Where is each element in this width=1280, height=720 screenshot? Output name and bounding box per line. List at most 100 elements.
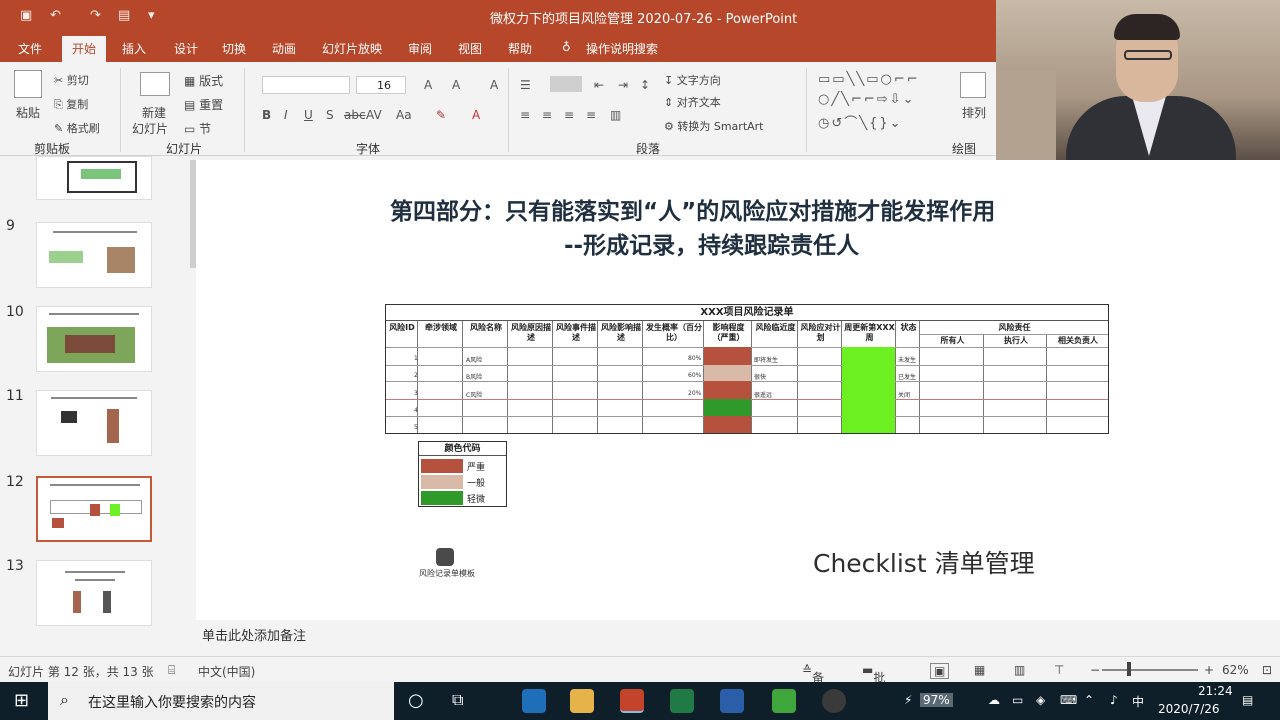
align-center-icon[interactable]: ≡ bbox=[542, 108, 552, 122]
shapes-gallery-row2[interactable]: ○╱╲⌐⌐⇨⇩⌄ bbox=[818, 92, 915, 107]
tab-review[interactable]: 审阅 bbox=[408, 40, 432, 57]
paste-button[interactable]: 粘贴 bbox=[16, 104, 40, 121]
tab-file[interactable]: 文件 bbox=[18, 40, 42, 57]
columns-icon[interactable]: ▥ bbox=[610, 108, 621, 122]
embedded-file-icon[interactable] bbox=[436, 548, 454, 566]
zoom-level[interactable]: 62% bbox=[1222, 663, 1249, 677]
reading-view-icon[interactable]: ▥ bbox=[1014, 663, 1025, 677]
ime-indicator[interactable]: 中 bbox=[1132, 693, 1144, 710]
cloud-icon[interactable]: ☁ bbox=[988, 693, 1000, 707]
change-case-icon[interactable]: Aa bbox=[396, 108, 412, 122]
align-left-icon[interactable]: ≡ bbox=[520, 108, 530, 122]
tab-insert[interactable]: 插入 bbox=[122, 40, 146, 57]
text-direction-button[interactable]: ↧ 文字方向 bbox=[664, 72, 721, 88]
notes-pane[interactable] bbox=[196, 620, 1280, 656]
slide-thumbnail-8[interactable] bbox=[36, 156, 152, 200]
shrink-font-icon[interactable]: A bbox=[452, 78, 460, 92]
edge-icon[interactable] bbox=[522, 689, 546, 713]
slide-thumbnail-12[interactable] bbox=[36, 476, 152, 542]
shapes-gallery-row3[interactable]: ◷↺⌒╲{}⌄ bbox=[818, 112, 903, 131]
notifications-icon[interactable]: ▤ bbox=[1242, 693, 1253, 707]
language-indicator[interactable]: 中文(中国) bbox=[198, 663, 255, 680]
smartart-button[interactable]: ⚙ 转换为 SmartArt bbox=[664, 118, 764, 134]
italic-icon[interactable]: I bbox=[284, 108, 288, 122]
risk-register-table[interactable]: XXX项目风险记录单 风险ID 牵涉领域 风险名称 风险原因描述 风险事件描述 … bbox=[385, 304, 1109, 434]
paste-icon[interactable] bbox=[14, 70, 42, 98]
numbering-icon[interactable] bbox=[550, 76, 582, 92]
tab-design[interactable]: 设计 bbox=[174, 40, 198, 57]
excel-icon[interactable] bbox=[670, 689, 694, 713]
zoom-in-icon[interactable]: + bbox=[1204, 663, 1214, 677]
align-text-button[interactable]: ⇕ 对齐文本 bbox=[664, 94, 721, 110]
clock-time[interactable]: 21:24 bbox=[1198, 684, 1233, 698]
app-icon[interactable] bbox=[772, 689, 796, 713]
windows-start-icon[interactable]: ⊞ bbox=[14, 690, 29, 711]
justify-icon[interactable]: ≡ bbox=[586, 108, 596, 122]
line-spacing-icon[interactable]: ↕ bbox=[640, 78, 650, 92]
format-painter-button[interactable]: ✎ 格式刷 bbox=[54, 120, 100, 136]
new-slide-icon[interactable] bbox=[140, 72, 170, 96]
grow-font-icon[interactable]: A bbox=[424, 78, 432, 92]
file-explorer-icon[interactable] bbox=[570, 689, 594, 713]
undo-icon[interactable]: ↶ bbox=[50, 8, 61, 23]
char-spacing-icon[interactable]: AV bbox=[366, 108, 382, 122]
save-icon[interactable]: ▣ bbox=[20, 8, 32, 23]
font-color-icon[interactable]: A bbox=[472, 108, 480, 122]
tell-me-search[interactable]: 操作说明搜索 bbox=[586, 40, 658, 57]
slide-sorter-icon[interactable]: ▦ bbox=[974, 663, 985, 677]
present-icon[interactable]: ▤ bbox=[118, 8, 130, 23]
underline-icon[interactable]: U bbox=[304, 108, 313, 122]
power-icon[interactable]: ⚡ bbox=[904, 693, 912, 707]
bullets-icon[interactable]: ☰ bbox=[520, 78, 531, 92]
slide-thumbnail-10[interactable] bbox=[36, 306, 152, 372]
tab-slideshow[interactable]: 幻灯片放映 bbox=[322, 40, 382, 57]
new-slide-button[interactable]: 新建 bbox=[142, 104, 166, 121]
increase-indent-icon[interactable]: ⇥ bbox=[618, 78, 628, 92]
slide-thumbnail-9[interactable] bbox=[36, 222, 152, 288]
section-button[interactable]: ▭ 节 bbox=[184, 120, 211, 137]
taskbar-search-input[interactable]: 在这里输入你要搜索的内容 bbox=[88, 692, 256, 712]
keyboard-icon[interactable]: ⌨ bbox=[1060, 693, 1077, 707]
notes-placeholder[interactable]: 单击此处添加备注 bbox=[202, 625, 306, 644]
zoom-out-icon[interactable]: − bbox=[1090, 663, 1100, 677]
embedded-file-label[interactable]: 风险记录单模板 bbox=[419, 568, 475, 579]
task-view-icon[interactable]: ⧉ bbox=[452, 690, 463, 710]
zoom-slider-thumb[interactable] bbox=[1127, 662, 1131, 676]
battery-indicator[interactable]: 97% bbox=[920, 693, 953, 707]
tab-animations[interactable]: 动画 bbox=[272, 40, 296, 57]
arrange-icon[interactable] bbox=[960, 72, 986, 98]
clear-format-icon[interactable]: A bbox=[490, 78, 498, 92]
tab-help[interactable]: 帮助 bbox=[508, 40, 532, 57]
slideshow-icon[interactable]: ⊤ bbox=[1054, 663, 1064, 677]
tab-view[interactable]: 视图 bbox=[458, 40, 482, 57]
shapes-gallery[interactable]: ▭▭╲╲▭○⌐⌐ bbox=[818, 72, 920, 87]
bold-icon[interactable]: B bbox=[262, 108, 271, 122]
clock-date[interactable]: 2020/7/26 bbox=[1158, 702, 1220, 716]
layout-button[interactable]: ▦ 版式 bbox=[184, 72, 223, 89]
arrange-button[interactable]: 排列 bbox=[962, 104, 986, 121]
tab-transitions[interactable]: 切换 bbox=[222, 40, 246, 57]
word-icon[interactable] bbox=[720, 689, 744, 713]
fit-slide-icon[interactable]: ⊡ bbox=[1262, 663, 1272, 677]
volume-icon[interactable]: ♪ bbox=[1110, 693, 1118, 707]
copy-button[interactable]: ⎘ 复制 bbox=[54, 96, 88, 112]
powerpoint-icon[interactable] bbox=[620, 689, 644, 713]
chevron-up-icon[interactable]: ⌃ bbox=[1084, 693, 1094, 707]
font-family-select[interactable] bbox=[262, 76, 350, 94]
spellcheck-icon[interactable]: ⌸ bbox=[168, 663, 175, 678]
highlight-icon[interactable]: ✎ bbox=[436, 108, 446, 122]
network-icon[interactable]: ▭ bbox=[1012, 693, 1023, 707]
align-right-icon[interactable]: ≡ bbox=[564, 108, 574, 122]
font-size-select[interactable]: 16 bbox=[356, 76, 406, 94]
zoom-slider-track[interactable] bbox=[1102, 669, 1198, 671]
reset-button[interactable]: ▤ 重置 bbox=[184, 96, 223, 113]
media-app-icon[interactable] bbox=[822, 689, 846, 713]
comments-button[interactable]: ▬ 批注 bbox=[862, 663, 885, 702]
tab-home[interactable]: 开始 bbox=[62, 36, 107, 62]
notes-button[interactable]: ≙ 备注 bbox=[802, 663, 824, 702]
customize-icon[interactable]: ▾ bbox=[148, 8, 155, 23]
slide-thumbnail-13[interactable] bbox=[36, 560, 152, 626]
security-icon[interactable]: ◈ bbox=[1036, 693, 1045, 707]
color-code-legend[interactable]: 颜色代码 严重 一般 轻微 bbox=[418, 441, 507, 507]
strikethrough-icon[interactable]: abc bbox=[344, 108, 366, 122]
